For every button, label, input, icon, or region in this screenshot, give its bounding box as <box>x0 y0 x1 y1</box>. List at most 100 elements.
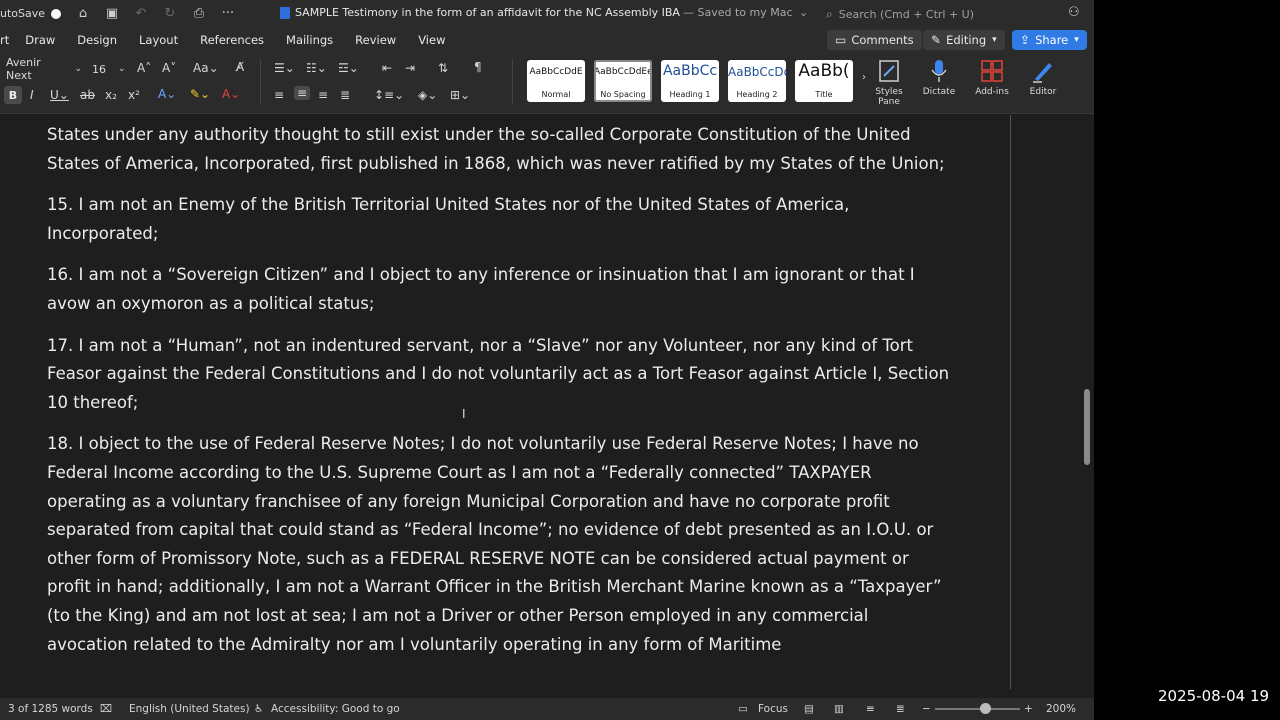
clear-formatting-icon[interactable]: A̸ <box>236 60 244 74</box>
highlight-icon[interactable]: ✎⌄ <box>190 87 210 101</box>
font-size-select[interactable]: 16 ⌄ <box>92 60 128 78</box>
tab-review[interactable]: Review <box>355 33 396 47</box>
borders-icon[interactable]: ⊞⌄ <box>450 88 470 102</box>
style-no-spacing[interactable]: AaBbCcDdEe No Spacing <box>594 60 652 102</box>
align-center-icon[interactable]: ≡ <box>294 86 311 100</box>
document-body[interactable]: States under any authority thought to st… <box>47 121 952 672</box>
style-title[interactable]: AaBb( Title <box>795 60 853 102</box>
web-layout-icon[interactable]: ▥ <box>834 703 844 715</box>
document-paragraph[interactable]: 15. I am not an Enemy of the British Ter… <box>47 191 952 248</box>
tab-insert[interactable]: rt <box>0 33 9 47</box>
subscript-button[interactable]: x₂ <box>105 88 117 102</box>
document-page[interactable]: States under any authority thought to st… <box>0 115 1011 689</box>
font-color-icon[interactable]: A⌄ <box>222 87 240 101</box>
grow-font-icon[interactable]: A˄ <box>137 61 151 75</box>
line-spacing-icon[interactable]: ↕≡⌄ <box>374 88 404 102</box>
outline-view-icon[interactable]: ≣ <box>896 703 905 715</box>
proofing-icon[interactable]: ⌧ <box>100 703 112 715</box>
zoom-in-icon[interactable]: + <box>1024 703 1033 715</box>
strikethrough-button[interactable]: ab <box>80 88 95 102</box>
accessibility-status[interactable]: Accessibility: Good to go <box>271 703 400 715</box>
style-label: Title <box>815 90 833 99</box>
ribbon-divider <box>512 60 513 104</box>
align-left-icon[interactable]: ≡ <box>274 88 284 102</box>
home-icon[interactable]: ⌂ <box>75 6 91 22</box>
share-button[interactable]: ⇪ Share ▾ <box>1012 30 1087 50</box>
document-paragraph[interactable]: 17. I am not a “Human”, not an indenture… <box>47 332 952 418</box>
bold-button[interactable]: B <box>4 86 22 104</box>
document-paragraph[interactable]: States under any authority thought to st… <box>47 121 952 178</box>
search-input[interactable]: ⌕ Search (Cmd + Ctrl + U) <box>826 4 1056 24</box>
more-icon[interactable]: ··· <box>220 6 236 22</box>
tab-mailings[interactable]: Mailings <box>286 33 333 47</box>
align-right-icon[interactable]: ≡ <box>318 88 328 102</box>
bullets-icon[interactable]: ☰⌄ <box>274 61 295 75</box>
addins-button[interactable]: Add-ins <box>972 58 1012 97</box>
multilevel-list-icon[interactable]: ☲⌄ <box>338 61 359 75</box>
dictate-button[interactable]: Dictate <box>920 58 958 97</box>
document-paragraph[interactable]: 16. I am not a “Sovereign Citizen” and I… <box>47 261 952 318</box>
text-effects-icon[interactable]: A⌄ <box>158 87 176 101</box>
zoom-slider[interactable] <box>935 708 1020 710</box>
numbering-icon[interactable]: ☷⌄ <box>306 61 327 75</box>
print-layout-icon[interactable]: ▤ <box>804 703 814 715</box>
vertical-scrollbar[interactable] <box>1084 389 1090 465</box>
comments-button[interactable]: ▭ Comments <box>827 30 922 50</box>
autosave-toggle[interactable]: utoSave <box>0 7 62 20</box>
chevron-down-icon: ⌄ <box>74 64 82 74</box>
superscript-button[interactable]: x² <box>128 88 140 102</box>
tab-layout[interactable]: Layout <box>139 33 178 47</box>
style-heading-2[interactable]: AaBbCcDd Heading 2 <box>728 60 786 102</box>
underline-button[interactable]: U⌄ <box>50 88 69 102</box>
styles-gallery-more-icon[interactable]: › <box>862 72 866 83</box>
tab-design[interactable]: Design <box>77 33 117 47</box>
decrease-indent-icon[interactable]: ⇤ <box>382 61 392 75</box>
print-icon[interactable]: ⎙ <box>191 6 207 22</box>
share-label: Share <box>1035 33 1069 47</box>
change-case-icon[interactable]: Aa⌄ <box>193 61 219 75</box>
style-heading-1[interactable]: AaBbCc Heading 1 <box>661 60 719 102</box>
comments-label: Comments <box>851 33 914 47</box>
document-title[interactable]: SAMPLE Testimony in the form of an affid… <box>280 6 808 19</box>
document-paragraph[interactable]: 18. I object to the use of Federal Reser… <box>47 430 952 659</box>
home-ribbon: Avenir Next ⌄ 16 ⌄ A˄ A˅ Aa⌄ A̸ B I U⌄ a… <box>0 52 1094 114</box>
zoom-slider-handle[interactable] <box>980 703 991 714</box>
justify-icon[interactable]: ≣ <box>340 88 350 102</box>
language-status[interactable]: English (United States) <box>129 703 250 715</box>
show-formatting-icon[interactable]: ¶ <box>474 60 482 74</box>
zoom-out-icon[interactable]: − <box>922 703 931 715</box>
editor-button[interactable]: Editor <box>1024 58 1062 97</box>
document-name: SAMPLE Testimony in the form of an affid… <box>295 6 680 19</box>
focus-button[interactable]: Focus <box>758 703 788 715</box>
font-name-select[interactable]: Avenir Next ⌄ <box>6 56 82 82</box>
style-normal[interactable]: AaBbCcDdE Normal <box>527 60 585 102</box>
document-area[interactable]: States under any authority thought to st… <box>0 115 1094 689</box>
account-icon[interactable]: ⚇ <box>1068 5 1080 20</box>
autosave-label: utoSave <box>0 7 46 20</box>
tab-references[interactable]: References <box>200 33 264 47</box>
editing-mode-button[interactable]: ✎ Editing ▾ <box>923 30 1005 50</box>
search-icon: ⌕ <box>826 6 833 21</box>
sort-icon[interactable]: ⇅ <box>438 61 448 75</box>
style-sample: AaBbCcDd <box>728 65 786 79</box>
save-icon[interactable]: ▣ <box>104 6 120 22</box>
increase-indent-icon[interactable]: ⇥ <box>405 61 415 75</box>
styles-pane-button[interactable]: Styles Pane <box>871 58 907 107</box>
style-label: Heading 1 <box>669 90 711 99</box>
shrink-font-icon[interactable]: A˅ <box>162 61 176 75</box>
tab-view[interactable]: View <box>418 33 445 47</box>
italic-button[interactable]: I <box>30 88 34 102</box>
word-count[interactable]: 3 of 1285 words <box>8 703 93 715</box>
tab-draw[interactable]: Draw <box>25 33 55 47</box>
ribbon-divider <box>260 60 261 104</box>
shading-icon[interactable]: ◈⌄ <box>418 88 437 102</box>
focus-icon: ▭ <box>738 703 748 715</box>
redo-icon[interactable]: ↻ <box>162 6 178 22</box>
share-icon: ⇪ <box>1020 33 1031 47</box>
search-placeholder: Search (Cmd + Ctrl + U) <box>838 7 975 21</box>
undo-icon[interactable]: ↶ <box>133 6 149 22</box>
chevron-down-icon: ▾ <box>992 35 997 45</box>
zoom-level[interactable]: 200% <box>1046 703 1076 715</box>
read-mode-icon[interactable]: ≡ <box>866 703 875 715</box>
pencil-icon: ✎ <box>931 33 942 47</box>
